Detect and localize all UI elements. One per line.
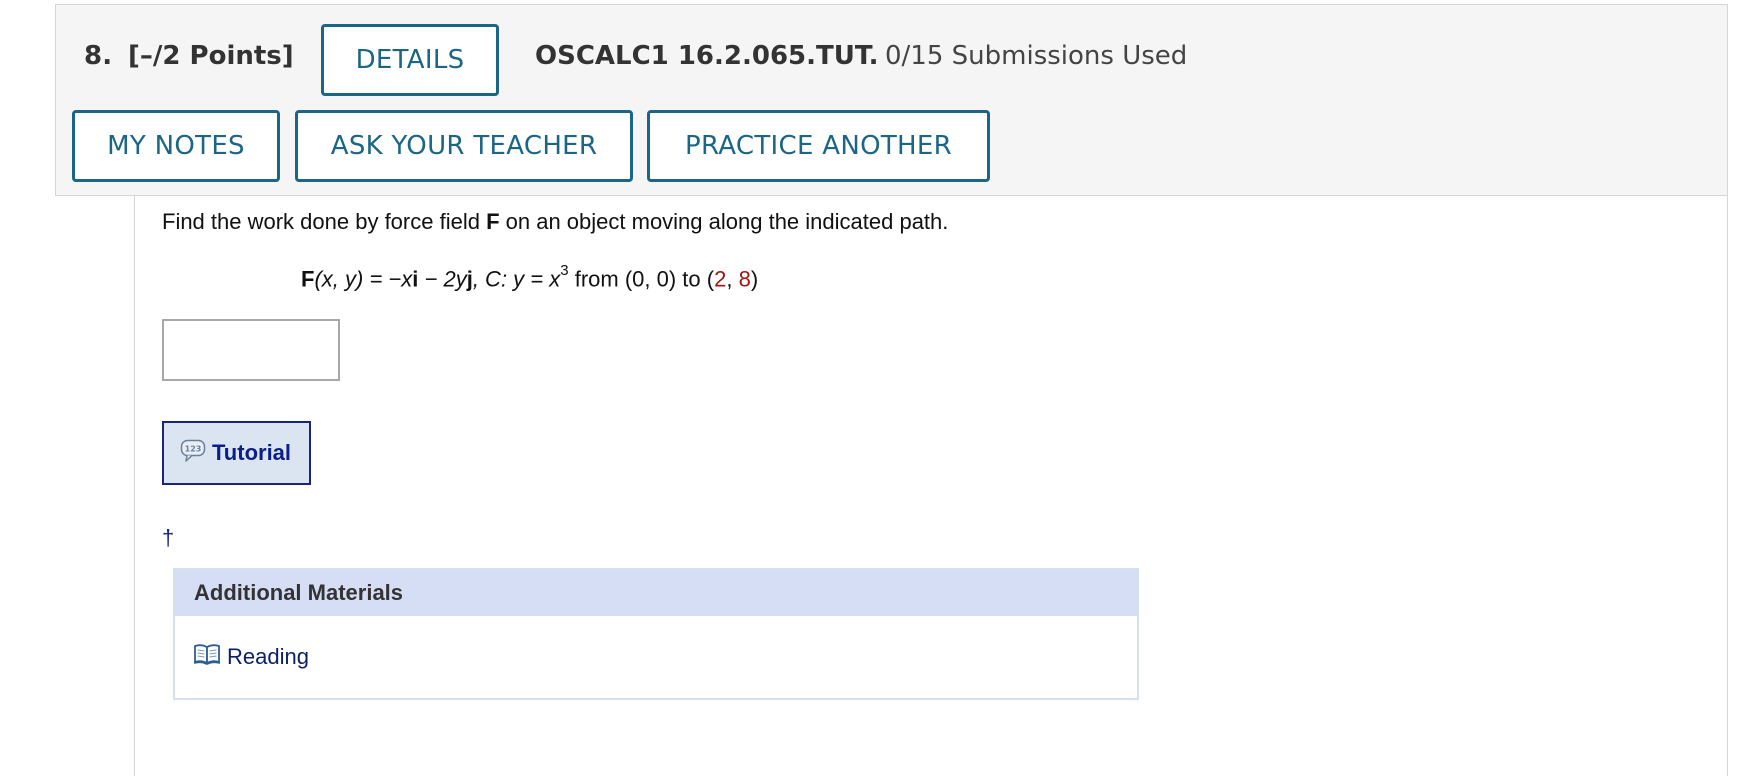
reading-label: Reading <box>227 643 309 669</box>
reading-link[interactable]: Reading <box>193 642 309 671</box>
additional-materials-panel: Additional Materials Reading <box>173 568 1139 700</box>
footnote-dagger: † <box>162 525 175 550</box>
additional-materials-header: Additional Materials <box>175 570 1137 616</box>
question-number: 8. <box>84 41 113 71</box>
endpoint-x-value: 2 <box>714 266 727 292</box>
tutorial-button[interactable]: 123 Tutorial <box>162 421 311 485</box>
tutorial-calculator-bubble-icon: 123 <box>180 439 206 468</box>
answer-input[interactable] <box>162 319 340 381</box>
my-notes-button[interactable]: MY NOTES <box>72 110 280 182</box>
book-icon <box>193 642 221 671</box>
svg-text:123: 123 <box>185 444 202 453</box>
ask-teacher-button[interactable]: ASK YOUR TEACHER <box>295 110 633 182</box>
tutorial-label: Tutorial <box>212 440 292 465</box>
problem-prompt: Find the work done by force field F on a… <box>162 209 949 234</box>
points-label: [–/2 Points] <box>128 41 294 71</box>
submissions-count: 0/15 Submissions Used <box>885 41 1188 71</box>
question-header: 8. [–/2 Points] DETAILS OSCALC1 16.2.065… <box>55 4 1728 196</box>
course-code: OSCALC1 16.2.065.TUT. <box>535 41 879 71</box>
endpoint-y-value: 8 <box>738 266 751 292</box>
details-button[interactable]: DETAILS <box>321 24 499 96</box>
problem-formula: F(x, y) = −xi − 2yj, C: y = x3 from (0, … <box>301 262 759 292</box>
practice-another-button[interactable]: PRACTICE ANOTHER <box>647 110 990 182</box>
